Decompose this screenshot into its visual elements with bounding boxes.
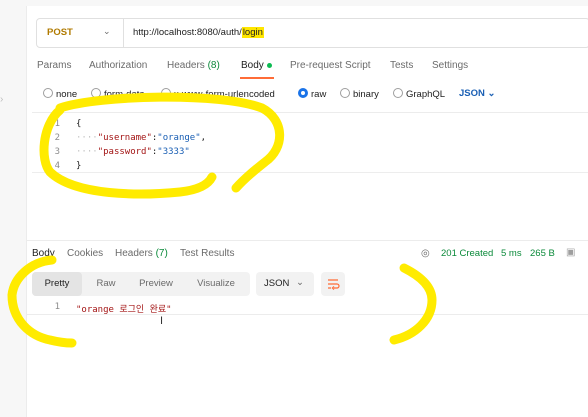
radio-graphql[interactable]: GraphQL <box>393 88 445 100</box>
radio-raw-label: raw <box>311 89 327 100</box>
line-number: 1 <box>54 119 60 129</box>
response-line-number: 1 <box>54 302 60 312</box>
tab-headers-count: (8) <box>207 60 220 71</box>
status-code[interactable]: 201 Created <box>441 248 493 259</box>
radio-none-label: none <box>56 89 78 100</box>
tab-body[interactable]: Body <box>241 60 272 71</box>
chevron-down-icon[interactable]: ⌄ <box>103 26 111 37</box>
tab-headers[interactable]: Headers (8) <box>167 60 220 71</box>
active-tab-indicator <box>240 77 274 79</box>
left-gutter: › <box>0 0 27 417</box>
json-value: "orange" <box>157 133 201 143</box>
code-line[interactable]: } <box>76 161 81 171</box>
radio-form-data[interactable]: form-data <box>91 88 145 100</box>
response-tab-body[interactable]: Body <box>32 248 55 259</box>
view-preview[interactable]: Preview <box>130 272 182 296</box>
url-prefix: http://localhost:8080/auth/ <box>133 27 242 38</box>
globe-icon[interactable]: ◎ <box>421 248 430 259</box>
body-format-select[interactable]: JSON ⌄ <box>459 88 495 99</box>
radio-urlencoded[interactable]: x-www-form-urlencoded <box>161 88 275 100</box>
response-divider <box>26 240 588 241</box>
response-format-label: JSON <box>264 278 290 289</box>
line-number: 3 <box>54 147 60 157</box>
radio-binary-label: binary <box>353 89 379 100</box>
chevron-down-icon: ⌄ <box>487 88 496 99</box>
tab-params[interactable]: Params <box>37 60 71 71</box>
indent-guide: ···· <box>76 133 98 143</box>
json-key: "username" <box>97 133 152 143</box>
line-number: 2 <box>54 133 60 143</box>
response-format-select[interactable]: JSON ⌄ <box>256 272 314 296</box>
radio-form-data-label: form-data <box>104 89 145 100</box>
method-select[interactable]: POST <box>47 27 73 38</box>
view-raw[interactable]: Raw <box>84 272 128 296</box>
tab-tests[interactable]: Tests <box>390 60 413 71</box>
top-strip <box>26 0 588 6</box>
chevron-down-icon: ⌄ <box>296 277 304 288</box>
editor-divider <box>32 172 588 173</box>
body-format-label: JSON <box>459 88 485 99</box>
highlight-circle <box>389 263 437 345</box>
view-mode-group: Pretty Raw Preview Visualize <box>32 272 250 296</box>
json-key: "password" <box>97 147 152 157</box>
radio-binary[interactable]: binary <box>340 88 379 100</box>
response-time[interactable]: 5 ms <box>501 248 522 259</box>
radio-none[interactable]: none <box>43 88 77 100</box>
json-value: "3333" <box>157 147 190 157</box>
tab-pre-request-script[interactable]: Pre-request Script <box>290 60 371 71</box>
radio-circle-icon <box>43 88 53 98</box>
wrap-lines-icon <box>328 279 340 290</box>
code-line[interactable]: ····"password":"3333" <box>76 147 190 157</box>
indent-guide: ···· <box>76 147 98 157</box>
view-visualize[interactable]: Visualize <box>184 272 248 296</box>
response-divider <box>26 314 588 315</box>
response-tab-test-results[interactable]: Test Results <box>180 248 234 259</box>
radio-circle-icon <box>91 88 101 98</box>
tab-headers-label: Headers <box>167 60 205 71</box>
tab-authorization[interactable]: Authorization <box>89 60 147 71</box>
radio-graphql-label: GraphQL <box>406 89 446 100</box>
radio-selected-icon <box>298 88 308 98</box>
url-input[interactable]: http://localhost:8080/auth/login <box>133 27 264 38</box>
line-number: 4 <box>54 161 60 171</box>
text-cursor-icon: I <box>160 315 164 327</box>
chevron-right-icon[interactable]: › <box>0 94 3 105</box>
response-tab-headers-count: (7) <box>155 248 168 259</box>
code-line[interactable]: { <box>76 119 81 129</box>
response-tab-headers-label: Headers <box>115 248 153 259</box>
modified-dot-icon <box>266 62 272 68</box>
save-icon[interactable]: ▣ <box>566 247 575 258</box>
response-tab-cookies[interactable]: Cookies <box>67 248 103 259</box>
tab-settings[interactable]: Settings <box>432 60 468 71</box>
code-line[interactable]: ····"username":"orange", <box>76 133 206 143</box>
url-highlight: login <box>241 27 264 38</box>
divider <box>123 19 124 47</box>
radio-circle-icon <box>340 88 350 98</box>
radio-urlencoded-label: x-www-form-urlencoded <box>174 89 275 100</box>
radio-circle-icon <box>393 88 403 98</box>
radio-raw[interactable]: raw <box>298 88 326 100</box>
url-bar[interactable]: POST ⌄ http://localhost:8080/auth/login <box>36 18 588 48</box>
radio-circle-icon <box>161 88 171 98</box>
wrap-lines-button[interactable] <box>321 272 345 296</box>
active-response-tab-indicator <box>32 262 54 264</box>
tab-body-label: Body <box>241 60 264 71</box>
response-tab-headers[interactable]: Headers (7) <box>115 248 168 259</box>
view-pretty[interactable]: Pretty <box>32 272 82 296</box>
response-size[interactable]: 265 B <box>530 248 555 259</box>
